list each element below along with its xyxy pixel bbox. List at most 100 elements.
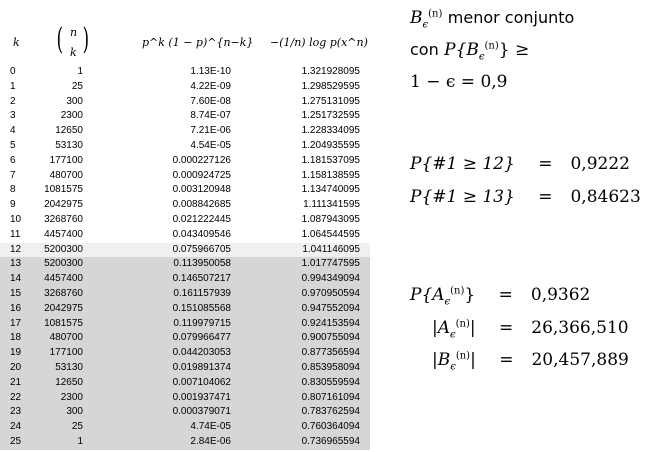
- cell-prob: 0.146507217: [172, 273, 231, 285]
- cell-log: 1.321928095: [301, 66, 360, 77]
- cell-binomial: 2300: [60, 391, 83, 403]
- cell-log: 1.181537095: [301, 154, 360, 166]
- cell-binomial: 5200300: [44, 243, 83, 255]
- table-row: 8 1081575 0.003120948 1.134740095: [0, 183, 370, 198]
- header-log: −(1/n) log p(x^n): [270, 36, 368, 49]
- cell-k: 13: [10, 258, 22, 270]
- table-row: 22 2300 0.001937471 0.807161094: [0, 390, 370, 406]
- prob-ge-12: P{#1 ≥ 12} = 0,9222: [410, 154, 630, 174]
- table-row: 17 1081575 0.119979715 0.924153594: [0, 316, 370, 332]
- cell-k: 15: [10, 287, 22, 299]
- cell-prob: 0.007104062: [172, 376, 231, 388]
- table-row: 5 53130 4.54E-05 1.204935595: [0, 139, 370, 154]
- cell-k: 24: [10, 421, 22, 433]
- cell-log: 1.251732595: [301, 110, 360, 122]
- cell-log: 0.783762594: [301, 406, 360, 418]
- cell-k: 8: [10, 184, 16, 196]
- cell-prob: 0.000379071: [172, 406, 231, 418]
- cell-binomial: 3268760: [44, 287, 83, 299]
- cell-prob: 0.008842685: [172, 199, 231, 211]
- cell-prob: 0.003120948: [172, 184, 231, 196]
- cell-binomial: 2042975: [44, 302, 83, 314]
- cell-k: 9: [10, 199, 16, 211]
- probability-table: k ( n k ) p^k (1 − p)^{n−k} −(1/n) log p…: [0, 0, 370, 452]
- table-row: 11 4457400 0.043409546 1.064544595: [0, 228, 370, 243]
- cell-binomial: 1: [77, 435, 83, 447]
- cell-prob: 0.113950058: [173, 258, 231, 270]
- cell-log: 1.041146095: [302, 243, 360, 255]
- cell-binomial: 25: [71, 421, 83, 433]
- size-a-epsilon: |Aϵ(n)| = 26,366,510: [432, 318, 629, 341]
- table-row: 3 2300 8.74E-07 1.251732595: [0, 109, 370, 124]
- cell-log: 1.134740095: [301, 184, 360, 196]
- table-row: 24 25 4.74E-05 0.760364094: [0, 420, 370, 435]
- condition-line: con P{Bϵ(n)} ≥: [410, 40, 530, 63]
- cell-log: 1.017747595: [301, 258, 360, 270]
- cell-k: 12: [10, 243, 22, 255]
- cell-log: 1.111341595: [303, 199, 360, 211]
- cell-log: 1.228334095: [301, 125, 360, 137]
- prob-a-epsilon: P{Aϵ(n)} = 0,9362: [410, 285, 591, 308]
- cell-k: 25: [10, 435, 22, 447]
- cell-k: 0: [10, 66, 16, 77]
- cell-log: 1.064544595: [301, 228, 360, 240]
- table-body: 0 1 1.13E-10 1.321928095 1 25 4.22E-09 1.298529…: [0, 65, 370, 450]
- cell-binomial: 53130: [55, 361, 83, 373]
- cell-log: 0.736965594: [301, 435, 360, 447]
- table-row: 25 1 2.84E-06 0.736965594: [0, 434, 370, 450]
- cell-log: 0.830559594: [301, 376, 360, 388]
- cell-k: 4: [10, 125, 16, 137]
- table-row: 1 25 4.22E-09 1.298529595: [0, 80, 370, 95]
- cell-prob: 4.74E-05: [190, 421, 231, 433]
- b-epsilon-label: Bϵ(n) menor conjunto: [410, 8, 575, 31]
- table-row: 21 12650 0.007104062 0.830559594: [0, 375, 370, 391]
- cell-k: 3: [10, 110, 16, 122]
- cell-binomial: 25: [71, 80, 83, 92]
- cell-binomial: 5200300: [44, 258, 83, 270]
- table-row: 0 1 1.13E-10 1.321928095: [0, 65, 370, 80]
- cell-k: 17: [10, 317, 22, 329]
- cell-prob: 0.000924725: [172, 169, 231, 181]
- table-row: 18 480700 0.079966477 0.900755094: [0, 331, 370, 347]
- header-k: k: [13, 36, 20, 49]
- cell-binomial: 2300: [60, 110, 83, 122]
- table-row: 23 300 0.000379071 0.783762594: [0, 405, 370, 421]
- header-binomial: ( n k ): [56, 22, 90, 59]
- cell-prob: 0.075966705: [172, 243, 231, 255]
- cell-log: 0.900755094: [301, 332, 360, 344]
- cell-binomial: 4457400: [44, 228, 83, 240]
- cell-k: 1: [10, 80, 16, 92]
- cell-k: 2: [10, 95, 16, 107]
- cell-k: 19: [10, 347, 22, 359]
- table-row: 16 2042975 0.151085568 0.947552094: [0, 301, 370, 317]
- cell-prob: 0.151085568: [172, 302, 231, 314]
- cell-prob: 0.043409546: [172, 228, 231, 240]
- cell-log: 1.087943095: [301, 213, 360, 225]
- cell-prob: 8.74E-07: [190, 110, 231, 122]
- cell-prob: 4.54E-05: [190, 139, 231, 151]
- cell-binomial: 4457400: [44, 273, 83, 285]
- cell-log: 0.807161094: [301, 391, 360, 403]
- cell-k: 10: [10, 213, 22, 225]
- cell-log: 0.947552094: [301, 302, 360, 314]
- cell-log: 1.204935595: [301, 139, 360, 151]
- cell-k: 16: [10, 302, 22, 314]
- cell-binomial: 53130: [55, 139, 83, 151]
- table-row: 6 177100 0.000227126 1.181537095: [0, 154, 370, 169]
- cell-k: 6: [10, 154, 16, 166]
- cell-binomial: 480700: [49, 332, 83, 344]
- cell-log: 1.158138595: [301, 169, 360, 181]
- table-row: 14 4457400 0.146507217 0.994349094: [0, 272, 370, 287]
- cell-k: 5: [10, 139, 16, 151]
- header-prob: p^k (1 − p)^{n−k}: [142, 36, 254, 49]
- table-row: 15 3268760 0.161157939 0.970950594: [0, 286, 370, 302]
- cell-k: 14: [10, 273, 22, 285]
- cell-k: 22: [10, 391, 22, 403]
- cell-prob: 0.119979715: [173, 317, 231, 329]
- cell-log: 1.298529595: [301, 80, 360, 92]
- cell-log: 0.877356594: [301, 347, 360, 359]
- table-row: 19 177100 0.044203053 0.877356594: [0, 346, 370, 361]
- cell-prob: 4.22E-09: [190, 80, 231, 92]
- prob-ge-13: P{#1 ≥ 13} = 0,84623: [410, 187, 641, 207]
- cell-prob: 1.13E-10: [190, 66, 231, 77]
